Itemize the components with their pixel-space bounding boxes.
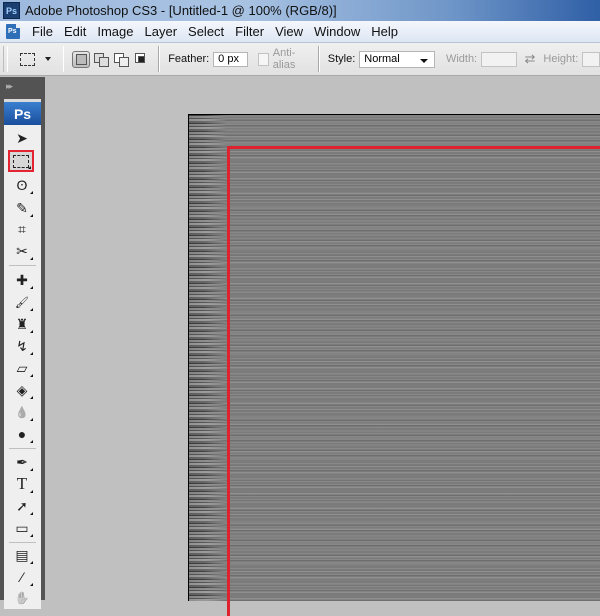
photoshop-badge[interactable]: Ps: [4, 99, 41, 125]
menu-select[interactable]: Select: [184, 24, 231, 39]
selection-mode-group: [72, 50, 150, 68]
divider: [9, 448, 36, 449]
rectangular-marquee-tool-icon[interactable]: [8, 150, 34, 172]
document-canvas[interactable]: [188, 114, 600, 616]
divider: [158, 46, 161, 72]
antialias-checkbox-box[interactable]: [257, 52, 269, 66]
chevron-down-icon: [44, 57, 51, 61]
hand-tool-icon[interactable]: ✋: [10, 588, 34, 608]
feather-input[interactable]: 0 px: [213, 51, 248, 67]
new-selection-button[interactable]: [72, 50, 91, 68]
rectangular-marquee-icon: [19, 52, 35, 66]
path-selection-tool-icon[interactable]: ➚: [10, 496, 34, 516]
menu-layer[interactable]: Layer: [141, 24, 185, 39]
move-tool-icon[interactable]: ➤: [10, 128, 34, 148]
eyedropper-tool-icon[interactable]: ⁄: [10, 567, 34, 587]
blur-tool-icon[interactable]: 💧: [10, 402, 34, 422]
divider: [62, 46, 65, 72]
antialias-label: Anti-alias: [272, 47, 296, 71]
menu-image[interactable]: Image: [93, 24, 140, 39]
intersect-with-selection-button[interactable]: [133, 52, 150, 67]
brush-tool-icon[interactable]: 🖌: [10, 292, 34, 312]
pen-tool-icon[interactable]: ✒: [10, 452, 34, 472]
selection-highlight-rectangle: [227, 146, 600, 616]
add-to-selection-button[interactable]: [93, 52, 110, 67]
height-label: Height:: [543, 53, 579, 65]
width-input[interactable]: [481, 51, 517, 67]
window-title-bar: Ps Adobe Photoshop CS3 - [Untitled-1 @ 1…: [0, 0, 600, 21]
antialias-checkbox[interactable]: Anti-alias: [257, 47, 310, 71]
divider: [9, 265, 36, 266]
menu-bar: Ps File Edit Image Layer Select Filter V…: [0, 21, 600, 43]
options-bar: Feather: 0 px Anti-alias Style: Normal W…: [0, 43, 600, 76]
paint-bucket-tool-icon[interactable]: ◈: [10, 380, 34, 400]
tool-preset-picker[interactable]: [19, 52, 51, 66]
type-tool-icon[interactable]: T: [10, 474, 34, 494]
spot-healing-brush-tool-icon[interactable]: ✚: [10, 270, 34, 290]
subtract-from-selection-button[interactable]: [113, 52, 130, 67]
notes-tool-icon[interactable]: ▤: [10, 545, 34, 565]
clone-stamp-tool-icon[interactable]: ♜: [10, 314, 34, 334]
tools-panel: ▸▸ Ps ➤ ʘ ✎ ⌗ ✂ ✚ 🖌 ♜ ↯ ▱ ◈ 💧 ● ✒ T ➚ ▭ …: [0, 77, 45, 609]
style-label: Style:: [327, 53, 356, 65]
menu-window[interactable]: Window: [310, 24, 367, 39]
dodge-tool-icon[interactable]: ●: [10, 424, 34, 444]
canvas-texture-edge: [189, 115, 227, 601]
lasso-tool-icon[interactable]: ʘ: [10, 175, 34, 195]
height-input[interactable]: [582, 51, 600, 67]
rectangle-shape-tool-icon[interactable]: ▭: [10, 518, 34, 538]
divider: [317, 46, 320, 72]
options-bar-grip[interactable]: [3, 46, 8, 72]
divider: [9, 542, 36, 543]
photoshop-logo-icon: Ps: [3, 2, 20, 19]
chevron-down-icon: [419, 58, 428, 63]
style-select-value: Normal: [364, 53, 400, 65]
width-label: Width:: [445, 53, 478, 65]
eraser-tool-icon[interactable]: ▱: [10, 358, 34, 378]
history-brush-tool-icon[interactable]: ↯: [10, 336, 34, 356]
swap-width-height-icon[interactable]: ⇄: [525, 51, 536, 67]
menu-file[interactable]: File: [28, 24, 60, 39]
menu-edit[interactable]: Edit: [60, 24, 93, 39]
crop-tool-icon[interactable]: ⌗: [10, 219, 34, 239]
menu-filter[interactable]: Filter: [231, 24, 271, 39]
slice-tool-icon[interactable]: ✂: [10, 241, 34, 261]
feather-label: Feather:: [168, 53, 210, 65]
quick-selection-tool-icon[interactable]: ✎: [10, 198, 34, 218]
menu-help[interactable]: Help: [367, 24, 405, 39]
style-select[interactable]: Normal: [359, 50, 435, 68]
tools-panel-body: Ps ➤ ʘ ✎ ⌗ ✂ ✚ 🖌 ♜ ↯ ▱ ◈ 💧 ● ✒ T ➚ ▭ ▤ ⁄…: [4, 99, 41, 609]
document-icon[interactable]: Ps: [5, 23, 22, 40]
panel-collapse-icon[interactable]: ▸▸: [0, 77, 45, 95]
window-title: Adobe Photoshop CS3 - [Untitled-1 @ 100%…: [25, 3, 337, 18]
menu-view[interactable]: View: [271, 24, 310, 39]
